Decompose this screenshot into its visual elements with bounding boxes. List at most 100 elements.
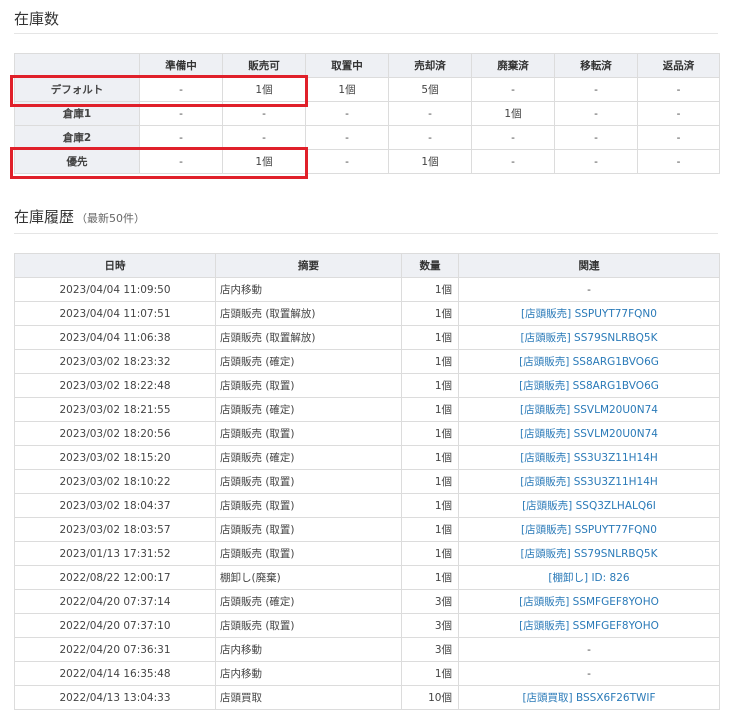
history-row: 2023/03/02 18:15:20 店頭販売 (確定) 1個 [店頭販売] SS3… bbox=[14, 445, 720, 470]
stock-cell: - bbox=[471, 77, 555, 102]
history-row: 2022/04/13 13:04:33 店頭買取 10個 [店頭買取] BSSX6F2… bbox=[14, 685, 720, 710]
history-date-cell: 2023/03/02 18:23:32 bbox=[14, 349, 216, 374]
stock-row-label: 倉庫2 bbox=[14, 125, 140, 150]
history-related-link[interactable]: [店頭販売] SSPUYT77FQN0 bbox=[458, 301, 720, 326]
history-related-link[interactable]: [店頭買取] BSSX6F26TWIF bbox=[458, 685, 720, 710]
stock-section-title: 在庫数 bbox=[14, 10, 60, 28]
history-summary-cell: 棚卸し(廃棄) bbox=[215, 565, 402, 590]
history-related-link[interactable]: [店頭販売] SSMFGEF8YOHO bbox=[458, 589, 720, 614]
history-qty-cell: 10個 bbox=[401, 685, 459, 710]
history-related-link[interactable]: [棚卸し] ID: 826 bbox=[458, 565, 720, 590]
history-qty-cell: 1個 bbox=[401, 541, 459, 566]
history-row: 2023/03/02 18:10:22 店頭販売 (取置) 1個 [店頭販売] SS3… bbox=[14, 469, 720, 494]
history-row: 2022/04/20 07:37:14 店頭販売 (確定) 3個 [店頭販売] SSM… bbox=[14, 589, 720, 614]
history-date-cell: 2022/04/14 16:35:48 bbox=[14, 661, 216, 686]
history-header-row: 日時 摘要 数量 関連 bbox=[14, 253, 720, 278]
stock-table-header: 準備中 販売可 取置中 売却済 廃棄済 移転済 返品済 bbox=[14, 53, 720, 78]
history-related-link[interactable]: [店頭販売] SS79SNLRBQ5K bbox=[458, 325, 720, 350]
stock-cell: 5個 bbox=[388, 77, 472, 102]
history-summary-cell: 店頭販売 (取置) bbox=[215, 421, 402, 446]
history-summary-cell: 店内移動 bbox=[215, 277, 402, 302]
history-date-cell: 2023/03/02 18:15:20 bbox=[14, 445, 216, 470]
history-related-link[interactable]: [店頭販売] SS3U3Z11H14H bbox=[458, 445, 720, 470]
history-date-cell: 2023/03/02 18:20:56 bbox=[14, 421, 216, 446]
history-date-cell: 2023/04/04 11:06:38 bbox=[14, 325, 216, 350]
history-related-link[interactable]: [店頭販売] SS79SNLRBQ5K bbox=[458, 541, 720, 566]
history-qty-cell: 1個 bbox=[401, 517, 459, 542]
history-date-cell: 2022/04/20 07:36:31 bbox=[14, 637, 216, 662]
history-title: 在庫履歴 bbox=[14, 208, 75, 226]
history-qty-cell: 1個 bbox=[401, 421, 459, 446]
history-summary-cell: 店頭販売 (取置) bbox=[215, 541, 402, 566]
history-row: 2022/08/22 12:00:17 棚卸し(廃棄) 1個 [棚卸し] ID: 82… bbox=[14, 565, 720, 590]
history-qty-cell: 3個 bbox=[401, 613, 459, 638]
stock-column-header: 廃棄済 bbox=[471, 53, 555, 78]
history-related-link[interactable]: [店頭販売] SSMFGEF8YOHO bbox=[458, 613, 720, 638]
history-related-cell: - bbox=[458, 637, 720, 662]
stock-cell: - bbox=[637, 101, 720, 126]
history-qty-cell: 1個 bbox=[401, 493, 459, 518]
stock-column-header: 準備中 bbox=[139, 53, 223, 78]
history-related-cell: - bbox=[458, 661, 720, 686]
stock-cell: 1個 bbox=[388, 149, 472, 174]
history-date-cell: 2023/01/13 17:31:52 bbox=[14, 541, 216, 566]
history-related-link[interactable]: [店頭販売] SSQ3ZLHALQ6I bbox=[458, 493, 720, 518]
stock-cell: - bbox=[637, 149, 720, 174]
history-summary-cell: 店頭買取 bbox=[215, 685, 402, 710]
history-row: 2023/04/04 11:06:38 店頭販売 (取置解放) 1個 [店頭販売] S… bbox=[14, 325, 720, 350]
history-column-header: 日時 bbox=[14, 253, 216, 278]
history-date-cell: 2022/08/22 12:00:17 bbox=[14, 565, 216, 590]
history-qty-cell: 1個 bbox=[401, 445, 459, 470]
history-summary-cell: 店頭販売 (確定) bbox=[215, 589, 402, 614]
stock-cell: - bbox=[637, 125, 720, 150]
stock-title-divider bbox=[14, 33, 718, 34]
history-qty-cell: 1個 bbox=[401, 661, 459, 686]
history-related-link[interactable]: [店頭販売] SSVLM20U0N74 bbox=[458, 421, 720, 446]
stock-cell: - bbox=[388, 125, 472, 150]
history-related-link[interactable]: [店頭販売] SS8ARG1BVO6G bbox=[458, 373, 720, 398]
history-row: 2023/03/02 18:23:32 店頭販売 (確定) 1個 [店頭販売] SS8… bbox=[14, 349, 720, 374]
history-table-body: 2023/04/04 11:09:50 店内移動 1個 -2023/04/04 11:… bbox=[14, 277, 720, 710]
history-date-cell: 2023/04/04 11:09:50 bbox=[14, 277, 216, 302]
history-qty-cell: 1個 bbox=[401, 469, 459, 494]
history-summary-cell: 店頭販売 (取置) bbox=[215, 373, 402, 398]
stock-column-header: 移転済 bbox=[554, 53, 638, 78]
stock-column-header: 販売可 bbox=[222, 53, 306, 78]
stock-cell: - bbox=[388, 101, 472, 126]
stock-cell: - bbox=[554, 101, 638, 126]
stock-cell: - bbox=[305, 125, 389, 150]
history-related-link[interactable]: [店頭販売] SSVLM20U0N74 bbox=[458, 397, 720, 422]
history-related-link[interactable]: [店頭販売] SSPUYT77FQN0 bbox=[458, 517, 720, 542]
history-summary-cell: 店頭販売 (確定) bbox=[215, 445, 402, 470]
history-subtitle: （最新50件） bbox=[76, 212, 146, 225]
history-row: 2022/04/14 16:35:48 店内移動 1個 - bbox=[14, 661, 720, 686]
history-qty-cell: 1個 bbox=[401, 277, 459, 302]
stock-cell: - bbox=[554, 77, 638, 102]
history-row: 2023/03/02 18:20:56 店頭販売 (取置) 1個 [店頭販売] SSV… bbox=[14, 421, 720, 446]
stock-column-header: 返品済 bbox=[637, 53, 720, 78]
history-row: 2023/01/13 17:31:52 店頭販売 (取置) 1個 [店頭販売] SS7… bbox=[14, 541, 720, 566]
stock-column-header: 取置中 bbox=[305, 53, 389, 78]
history-qty-cell: 3個 bbox=[401, 637, 459, 662]
history-row: 2023/03/02 18:03:57 店頭販売 (取置) 1個 [店頭販売] SSP… bbox=[14, 517, 720, 542]
history-summary-cell: 店頭販売 (取置解放) bbox=[215, 325, 402, 350]
history-column-header: 摘要 bbox=[215, 253, 402, 278]
history-qty-cell: 1個 bbox=[401, 349, 459, 374]
history-row: 2023/03/02 18:04:37 店頭販売 (取置) 1個 [店頭販売] SSQ… bbox=[14, 493, 720, 518]
history-qty-cell: 1個 bbox=[401, 373, 459, 398]
stock-cell: - bbox=[305, 101, 389, 126]
history-date-cell: 2023/03/02 18:10:22 bbox=[14, 469, 216, 494]
history-related-link[interactable]: [店頭販売] SS8ARG1BVO6G bbox=[458, 349, 720, 374]
stock-cell: - bbox=[554, 125, 638, 150]
history-related-link[interactable]: [店頭販売] SS3U3Z11H14H bbox=[458, 469, 720, 494]
history-related-cell: - bbox=[458, 277, 720, 302]
history-column-header: 関連 bbox=[458, 253, 720, 278]
history-summary-cell: 店内移動 bbox=[215, 637, 402, 662]
history-date-cell: 2022/04/20 07:37:14 bbox=[14, 589, 216, 614]
stock-cell: - bbox=[554, 149, 638, 174]
history-date-cell: 2023/03/02 18:03:57 bbox=[14, 517, 216, 542]
history-row: 2023/03/02 18:22:48 店頭販売 (取置) 1個 [店頭販売] SS8… bbox=[14, 373, 720, 398]
history-table: 日時 摘要 数量 関連 2023/04/04 11:09:50 店内移動 1個 -2023/… bbox=[14, 253, 720, 710]
history-row: 2022/04/20 07:36:31 店内移動 3個 - bbox=[14, 637, 720, 662]
history-row: 2023/03/02 18:21:55 店頭販売 (確定) 1個 [店頭販売] SSV… bbox=[14, 397, 720, 422]
